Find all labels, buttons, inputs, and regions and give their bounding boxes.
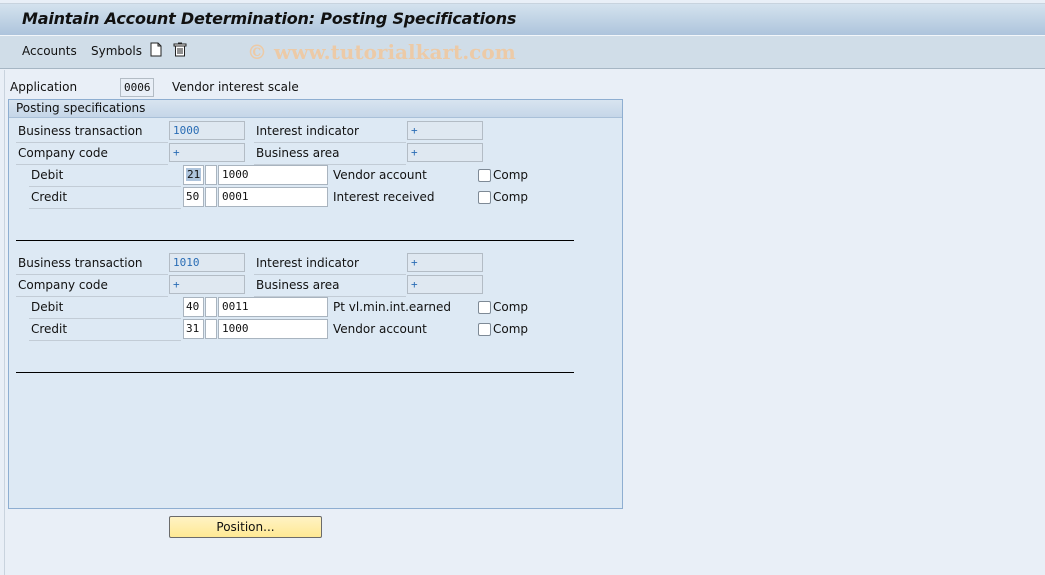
label-underline (16, 164, 168, 165)
company-code-field: + (169, 143, 245, 162)
credit-special-gl-input[interactable] (205, 187, 217, 207)
credit-account-input[interactable]: 1000 (218, 319, 328, 339)
business-area-field: + (407, 143, 483, 162)
debit-posting-key-input[interactable]: 40 (183, 297, 204, 317)
page-title: Maintain Account Determination: Posting … (22, 9, 517, 28)
block-separator (16, 240, 574, 241)
label-underline (16, 274, 168, 275)
left-border (4, 70, 5, 575)
label-underline (29, 318, 181, 319)
debit-comp-label: Comp (493, 168, 529, 182)
credit-posting-key-input[interactable]: 31 (183, 319, 204, 339)
application-toolbar: Accounts Symbols © www.tutorialkart.com (0, 35, 1045, 69)
menu-accounts[interactable]: Accounts (22, 44, 77, 58)
business-area-label: Business area (256, 146, 340, 160)
business-area-field: + (407, 275, 483, 294)
debit-account-input[interactable]: 1000 (218, 165, 328, 185)
credit-comp-checkbox[interactable] (478, 323, 491, 336)
debit-account-input[interactable]: 0011 (218, 297, 328, 317)
debit-special-gl-input[interactable] (205, 165, 217, 185)
label-underline (254, 142, 406, 143)
debit-comp-checkbox[interactable] (478, 301, 491, 314)
group-title: Posting specifications (16, 101, 146, 115)
interest-indicator-field: + (407, 253, 483, 272)
interest-indicator-field: + (407, 121, 483, 140)
application-description: Vendor interest scale (172, 80, 299, 94)
credit-special-gl-input[interactable] (205, 319, 217, 339)
position-button[interactable]: Position... (169, 516, 322, 538)
business-area-label: Business area (256, 278, 340, 292)
company-code-label: Company code (18, 278, 108, 292)
credit-label: Credit (31, 322, 68, 336)
debit-account-description: Pt vl.min.int.earned (333, 300, 451, 314)
business-transaction-field: 1000 (169, 121, 245, 140)
company-code-label: Company code (18, 146, 108, 160)
credit-label: Credit (31, 190, 68, 204)
label-underline (16, 296, 168, 297)
watermark: © www.tutorialkart.com (247, 40, 516, 64)
application-field: 0006 (120, 78, 154, 97)
label-underline (254, 274, 406, 275)
credit-account-description: Interest received (333, 190, 435, 204)
business-transaction-label: Business transaction (18, 124, 143, 138)
trash-icon[interactable] (173, 42, 187, 58)
block-separator (16, 372, 574, 373)
interest-indicator-label: Interest indicator (256, 256, 359, 270)
label-underline (29, 340, 181, 341)
label-underline (29, 186, 181, 187)
credit-comp-checkbox[interactable] (478, 191, 491, 204)
label-underline (16, 142, 168, 143)
group-header: Posting specifications (9, 100, 622, 118)
debit-label: Debit (31, 300, 64, 314)
credit-account-description: Vendor account (333, 322, 427, 336)
debit-posting-key-input[interactable]: 21 (183, 165, 204, 185)
menu-symbols[interactable]: Symbols (91, 44, 142, 58)
business-transaction-field: 1010 (169, 253, 245, 272)
debit-comp-checkbox[interactable] (478, 169, 491, 182)
debit-label: Debit (31, 168, 64, 182)
debit-posting-key-value: 21 (186, 168, 202, 181)
credit-account-input[interactable]: 0001 (218, 187, 328, 207)
interest-indicator-label: Interest indicator (256, 124, 359, 138)
debit-account-description: Vendor account (333, 168, 427, 182)
new-document-icon[interactable] (150, 42, 164, 58)
company-code-field: + (169, 275, 245, 294)
title-bar: Maintain Account Determination: Posting … (0, 3, 1045, 35)
credit-posting-key-input[interactable]: 50 (183, 187, 204, 207)
credit-comp-label: Comp (493, 322, 529, 336)
business-transaction-label: Business transaction (18, 256, 143, 270)
credit-comp-label: Comp (493, 190, 529, 204)
application-label: Application (10, 80, 78, 94)
debit-comp-label: Comp (493, 300, 529, 314)
label-underline (29, 208, 181, 209)
debit-special-gl-input[interactable] (205, 297, 217, 317)
